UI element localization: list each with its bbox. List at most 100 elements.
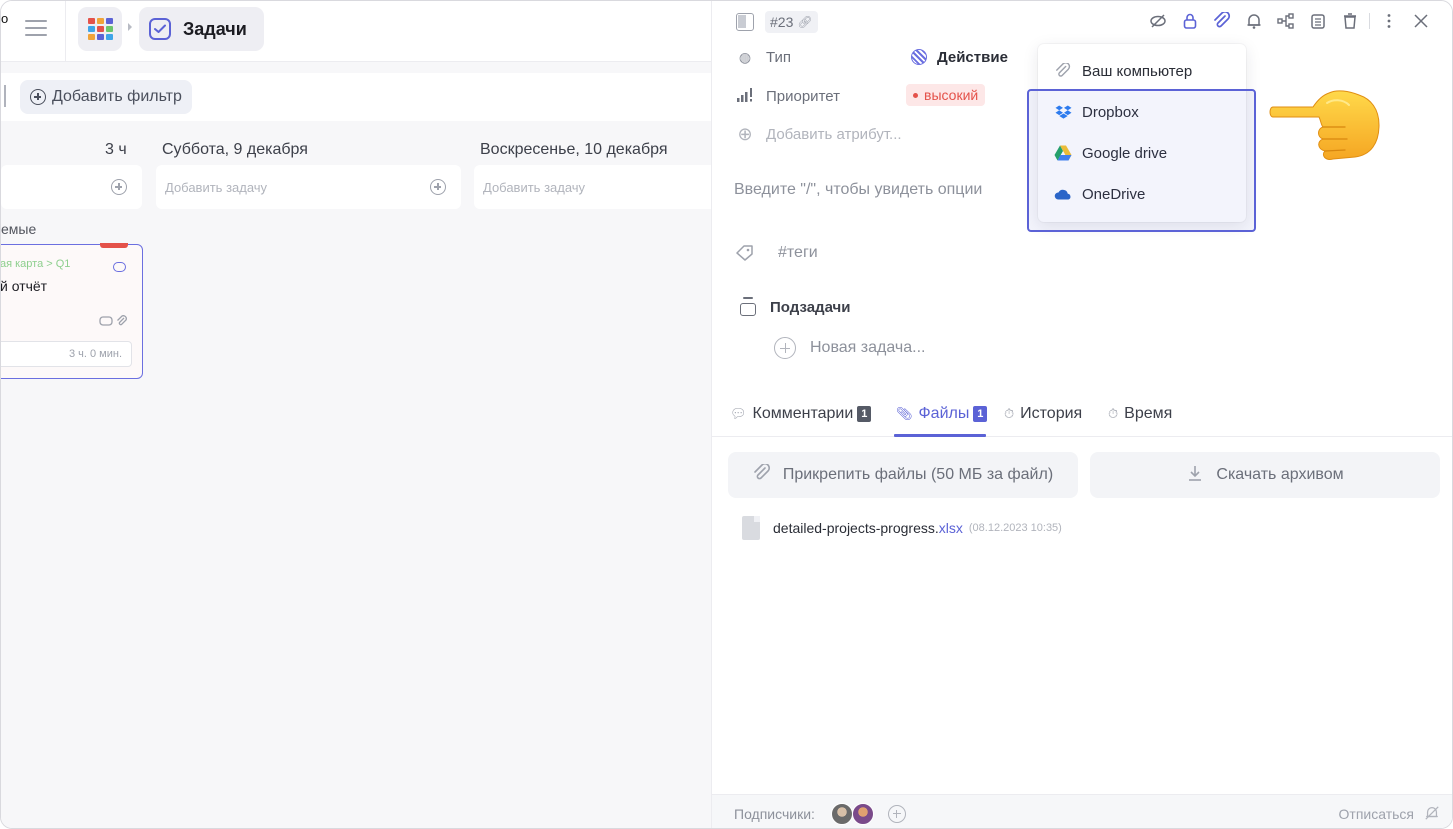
task-toolbar <box>1139 10 1434 32</box>
attach-files-button[interactable]: Прикрепить файлы (50 МБ за файл) <box>728 452 1078 498</box>
add-task-input[interactable]: Добавить задачу <box>156 165 461 209</box>
board-panel: о Задачи Добавить фильтр 3 ч Суббота, 9 … <box>1 1 712 828</box>
file-date: (08.12.2023 10:35) <box>968 522 1062 534</box>
trash-icon <box>1344 13 1356 29</box>
page-title: Задачи <box>183 18 247 39</box>
paperclip-icon: 📎︎ <box>896 406 913 421</box>
subscribers-label: Подписчики: <box>734 806 815 822</box>
avatar[interactable] <box>852 803 874 825</box>
toolbar-divider <box>1369 13 1370 29</box>
attribute-type[interactable]: ◍ Тип <box>736 45 791 69</box>
breadcrumb-arrow-icon <box>128 23 132 31</box>
close-icon <box>1414 14 1428 28</box>
attribute-label: Тип <box>766 48 792 66</box>
add-task-placeholder: Добавить задачу <box>483 179 586 195</box>
action-icon <box>911 49 927 65</box>
eye-off-icon <box>1150 14 1166 28</box>
priority-dot <box>913 92 918 98</box>
file-icon <box>742 516 760 540</box>
lock-button[interactable] <box>1177 10 1203 32</box>
tab-history[interactable]: ⏱︎ История <box>1004 391 1082 437</box>
more-button[interactable] <box>1376 10 1402 32</box>
add-attribute-button[interactable]: ⊕ Добавить атрибут... <box>736 122 902 146</box>
panel-toggle-icon[interactable] <box>736 13 754 31</box>
checkbox-icon <box>149 18 171 40</box>
app-window: о Задачи Добавить фильтр 3 ч Суббота, 9 … <box>0 0 1453 829</box>
tab-label: История <box>1020 405 1083 422</box>
tab-label: Время <box>1124 405 1173 422</box>
bell-off-icon[interactable] <box>1424 805 1440 821</box>
attach-button[interactable] <box>1209 10 1235 32</box>
paperclip-icon <box>117 315 127 326</box>
comment-icon <box>99 316 113 326</box>
tab-files[interactable]: 📎︎ Файлы 1 <box>896 391 988 437</box>
plus-circle-icon[interactable] <box>111 179 127 195</box>
priority-badge[interactable]: высокий <box>906 84 986 106</box>
attach-files-label: Прикрепить файлы (50 МБ за файл) <box>782 466 1054 483</box>
tab-label: Комментарии <box>752 405 854 422</box>
cloud-options-highlight <box>1027 89 1256 232</box>
tab-comments[interactable]: 💬︎ Комментарии 1 <box>730 391 872 437</box>
tasks-breadcrumb[interactable]: Задачи <box>139 7 264 51</box>
subtasks-icon <box>740 297 756 317</box>
task-id: #23 <box>770 14 794 30</box>
more-vertical-icon <box>1387 14 1391 28</box>
copy-button[interactable] <box>1305 10 1331 32</box>
hide-button[interactable] <box>1145 10 1171 32</box>
close-button[interactable] <box>1408 10 1434 32</box>
cut-text: о <box>1 11 9 26</box>
paperclip-icon <box>753 462 771 487</box>
filter-settings-icon[interactable] <box>4 85 7 107</box>
task-id-badge[interactable]: #23 🔗︎ <box>765 11 818 33</box>
tab-count: 1 <box>857 406 872 422</box>
menu-item-computer[interactable]: Ваш компьютер <box>1038 51 1246 91</box>
description-editor[interactable]: Введите "/", чтобы увидеть опции <box>734 181 982 199</box>
copy-icon <box>1311 14 1325 29</box>
plus-circle-icon[interactable] <box>430 179 446 195</box>
column-header: 3 ч <box>105 141 127 158</box>
repeat-icon <box>113 262 126 272</box>
unsubscribe-link[interactable]: Отписаться <box>1339 806 1414 822</box>
type-value-label: Действие <box>937 48 1008 66</box>
add-filter-button[interactable]: Добавить фильтр <box>20 80 192 114</box>
time-estimate: 3 ч. 0 мин. <box>1 341 132 367</box>
lock-icon <box>1183 13 1197 29</box>
tags-placeholder: #теги <box>778 244 818 261</box>
plus-circle-icon: ⊕ <box>737 123 753 144</box>
avatar[interactable] <box>831 803 853 825</box>
attribute-label: Приоритет <box>766 87 840 105</box>
stopwatch-icon: ⏱︎ <box>1108 406 1119 421</box>
new-subtask-button[interactable]: Новая задача... <box>774 337 925 359</box>
reminder-button[interactable] <box>1241 10 1267 32</box>
link-icon: 🔗︎ <box>797 15 813 29</box>
paperclip-icon <box>1054 63 1072 79</box>
file-name[interactable]: detailed-projects-progress. <box>773 520 939 536</box>
subtasks-title: Подзадачи <box>770 298 851 316</box>
subtasks-header: Подзадачи <box>740 297 850 317</box>
detail-tabs: 💬︎ Комментарии 1 📎︎ Файлы 1 ⏱︎ История ⏱… <box>712 391 1452 437</box>
add-subscriber-button[interactable] <box>888 805 906 823</box>
tags-field[interactable]: #теги <box>736 244 818 262</box>
task-card[interactable]: ая карта > Q1 й отчёт 3 ч. 0 мин. <box>1 243 143 379</box>
add-task-input[interactable] <box>1 165 142 209</box>
pointing-hand-icon <box>1269 90 1380 160</box>
add-attribute-label: Добавить атрибут... <box>766 125 902 143</box>
file-item[interactable]: detailed-projects-progress. xlsx (08.12.2… <box>742 516 1062 540</box>
priority-flag <box>100 243 128 248</box>
add-task-input[interactable]: Добавить задачу <box>474 165 712 209</box>
type-value[interactable]: Действие <box>911 45 1008 69</box>
apps-button[interactable] <box>78 7 122 51</box>
apps-grid-icon <box>87 18 113 40</box>
tab-label: Файлы <box>918 405 970 422</box>
menu-icon[interactable] <box>25 20 47 38</box>
download-archive-button[interactable]: Скачать архивом <box>1090 452 1440 498</box>
hierarchy-button[interactable] <box>1273 10 1299 32</box>
attribute-priority[interactable]: Приоритет <box>736 84 840 108</box>
file-extension[interactable]: xlsx <box>939 520 963 536</box>
new-subtask-label: Новая задача... <box>810 339 926 356</box>
top-bar: о Задачи <box>1 1 712 62</box>
card-icons <box>99 315 128 331</box>
tab-time[interactable]: ⏱︎ Время <box>1108 391 1172 437</box>
task-name: й отчёт <box>1 278 48 294</box>
delete-button[interactable] <box>1337 10 1363 32</box>
